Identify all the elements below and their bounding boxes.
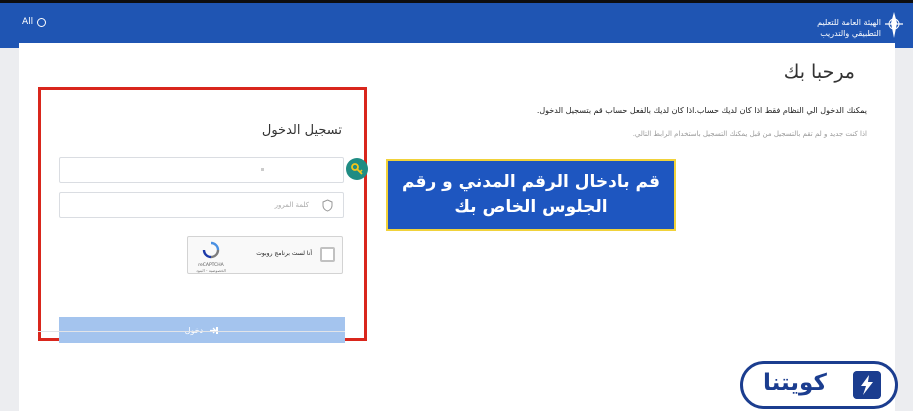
globe-icon (37, 17, 47, 27)
language-label: All (22, 17, 34, 27)
recaptcha-logo: reCAPTCHA الخصوصية - البنود (196, 241, 226, 273)
welcome-description: يمكنك الدخول الي النظام فقط اذا كان لديك… (536, 106, 867, 115)
register-hint: اذا كنت جديد و لم تقم بالتسجيل من قبل يم… (632, 130, 867, 138)
login-button[interactable]: دخول (59, 317, 345, 343)
welcome-title: مرحبا بك (783, 61, 855, 83)
callout-line2: الجلوس الخاص بك (454, 197, 608, 217)
recaptcha-icon (202, 241, 220, 259)
browser-screen: All الهيئة العامة للتعليم التطبيقي والتد… (0, 3, 913, 411)
password-input[interactable]: كلمة المرور (59, 192, 344, 218)
top-navigation-bar: All الهيئة العامة للتعليم التطبيقي والتد… (0, 3, 913, 48)
login-panel: تسجيل الدخول كلمة المرور أنا لست برنامج … (38, 87, 368, 343)
recaptcha-privacy-link[interactable]: الخصوصية - البنود (196, 268, 226, 273)
panel-divider (38, 331, 345, 332)
recaptcha-checkbox[interactable] (320, 247, 335, 262)
brand-watermark: كويتنا (740, 361, 898, 409)
brand-name: كويتنا (763, 370, 827, 396)
shield-icon (322, 199, 333, 212)
brand-logo-icon (853, 371, 881, 399)
key-icon (346, 158, 368, 180)
organization-name-line1: الهيئة العامة للتعليم (817, 18, 881, 27)
recaptcha-label: أنا لست برنامج روبوت (256, 250, 312, 257)
organization-name-line2: التطبيقي والتدريب (820, 29, 881, 38)
login-title: تسجيل الدخول (261, 123, 342, 138)
language-switcher[interactable]: All (22, 17, 47, 27)
login-arrow-icon (210, 326, 219, 334)
organization-name: الهيئة العامة للتعليم التطبيقي والتدريب (817, 17, 881, 39)
org-logo-icon (885, 12, 903, 38)
recaptcha-widget: أنا لست برنامج روبوت reCAPTCHA الخصوصية … (187, 236, 343, 274)
password-placeholder: كلمة المرور (274, 201, 309, 209)
callout-line1: قم بادخال الرقم المدني و رقم (401, 172, 660, 192)
civil-id-input[interactable] (59, 157, 344, 183)
login-button-label: دخول (184, 325, 204, 335)
input-placeholder-mark (261, 168, 264, 171)
instruction-callout: قم بادخال الرقم المدني و رقم الجلوس الخا… (386, 159, 676, 231)
